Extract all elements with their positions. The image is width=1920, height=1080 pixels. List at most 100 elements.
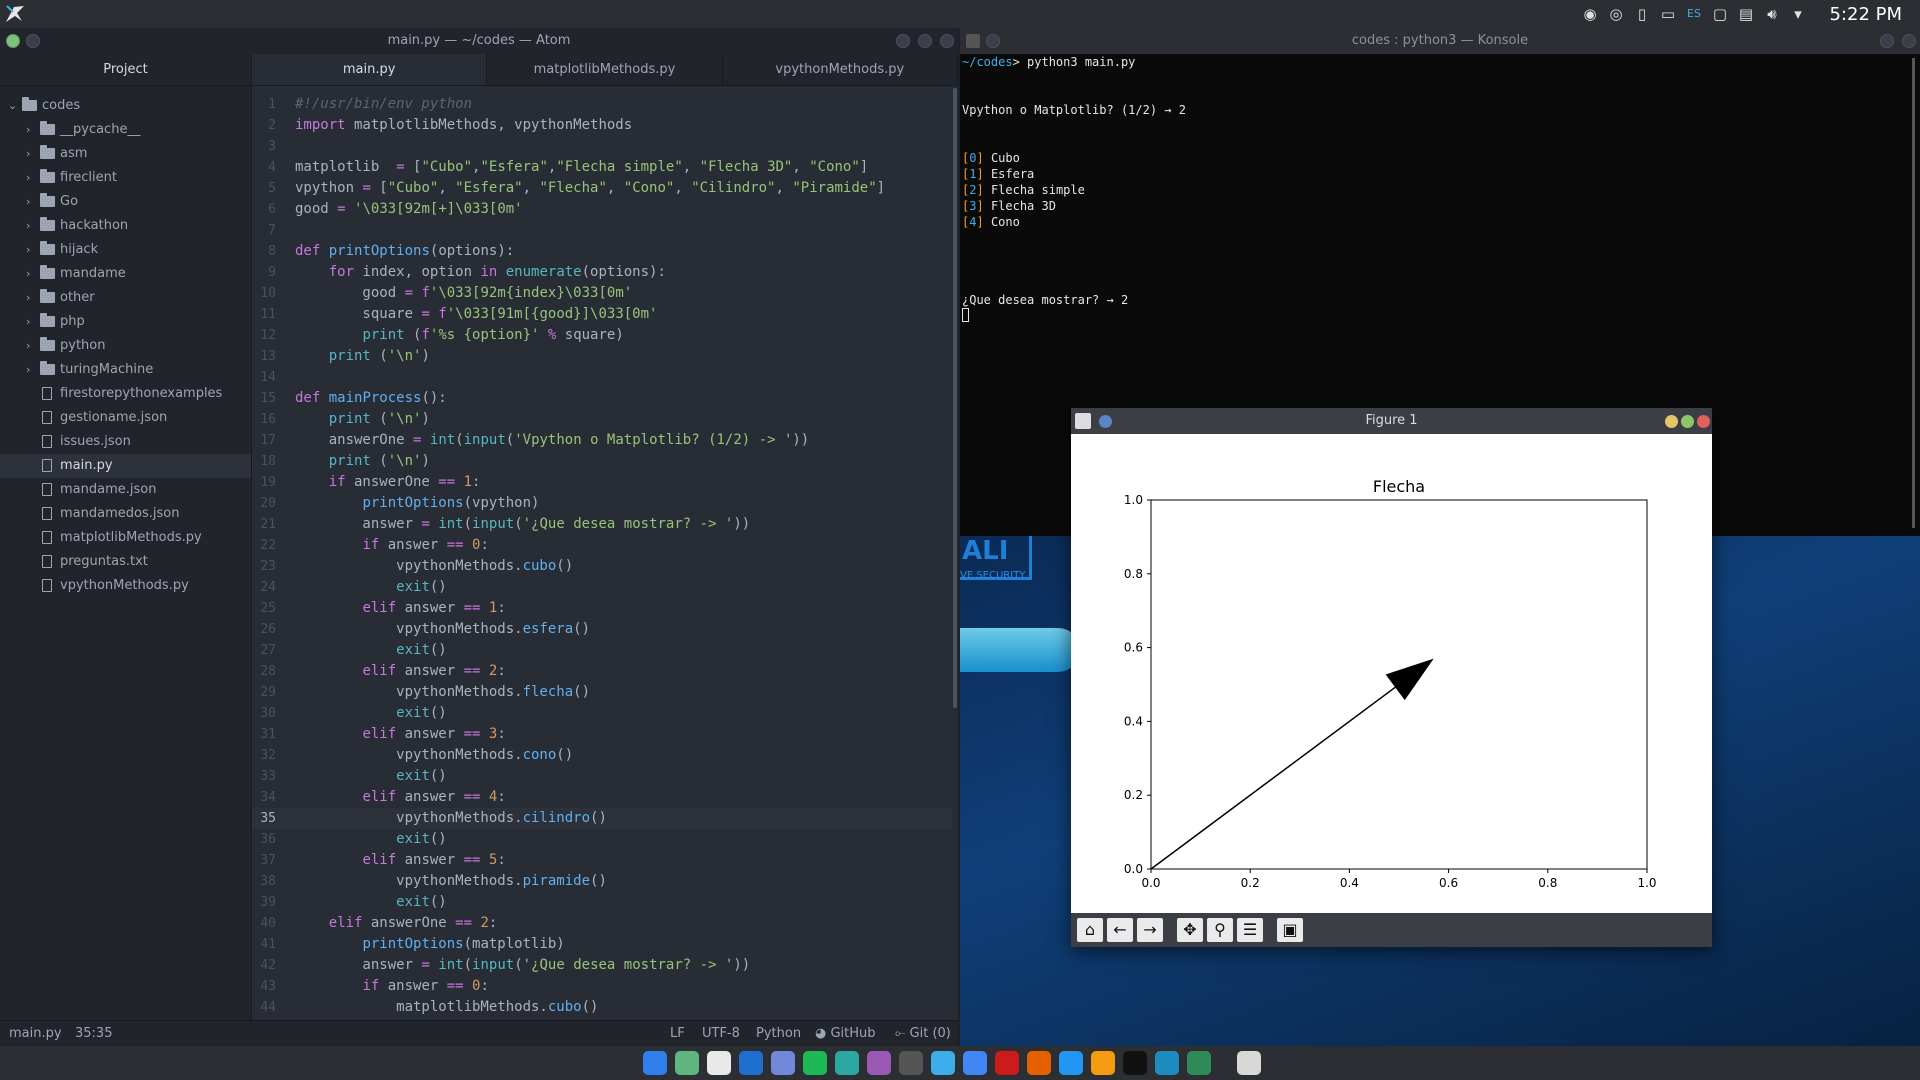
code-line[interactable]: 7 [252,220,952,241]
tree-item-main-py[interactable]: main.py [0,454,251,478]
figure-icon[interactable] [1237,1051,1261,1075]
konsole-pin-button[interactable] [986,34,1000,48]
vscode-icon[interactable] [643,1051,667,1075]
project-header[interactable]: Project [0,54,251,86]
tab-matplotlibmethods-py[interactable]: matplotlibMethods.py [487,54,723,85]
chevron-right-icon[interactable]: › [26,214,36,238]
chevron-right-icon[interactable]: › [26,142,36,166]
close-button[interactable] [940,34,954,48]
code-line[interactable]: 13 print ('\n') [252,346,952,367]
code-line[interactable]: 15 def mainProcess(): [252,388,952,409]
files-icon[interactable] [931,1051,955,1075]
chevron-right-icon[interactable]: › [26,286,36,310]
tree-item-gestioname-json[interactable]: gestioname.json [0,406,251,430]
code-line[interactable]: 41 printOptions(matplotlib) [252,934,952,955]
code-line[interactable]: 28 elif answer == 2: [252,661,952,682]
code-line[interactable]: 20 printOptions(vpython) [252,493,952,514]
wireshark-icon[interactable] [739,1051,763,1075]
home-button[interactable]: ⌂ [1077,918,1103,942]
code-line[interactable]: 17 answerOne = int(input('Vpython o Matp… [252,430,952,451]
atom-icon[interactable] [675,1051,699,1075]
chevron-right-icon[interactable]: › [26,358,36,382]
tree-item-hijack[interactable]: › hijack [0,238,251,262]
konsole-icon[interactable] [1123,1051,1147,1075]
atom-titlebar[interactable]: main.py — ~/codes — Atom [0,28,958,54]
chevron-right-icon[interactable]: › [26,334,36,358]
chevron-right-icon[interactable]: › [26,166,36,190]
code-line[interactable]: 25 elif answer == 1: [252,598,952,619]
tree-item-codes[interactable]: ⌄ codes [0,94,251,118]
writer-icon[interactable] [1059,1051,1083,1075]
tree-item-asm[interactable]: › asm [0,142,251,166]
code-line[interactable]: 9 for index, option in enumerate(options… [252,262,952,283]
status-file[interactable]: main.py [9,1021,62,1046]
opera-icon[interactable] [995,1051,1019,1075]
code-line[interactable]: 18 print ('\n') [252,451,952,472]
display-icon[interactable]: ▢ [1710,4,1730,24]
code-line[interactable]: 10 good = f'\033[92m{index}\033[0m' [252,283,952,304]
code-line[interactable]: 29 vpythonMethods.flecha() [252,682,952,703]
mysql-icon[interactable] [1155,1051,1179,1075]
code-line[interactable]: 16 print ('\n') [252,409,952,430]
figure-maximize-button[interactable] [1681,415,1694,428]
code-line[interactable]: 23 vpythonMethods.cubo() [252,556,952,577]
code-line[interactable]: 30 exit() [252,703,952,724]
tree-item-issues-json[interactable]: issues.json [0,430,251,454]
code-line[interactable]: 27 exit() [252,640,952,661]
clipboard-icon[interactable]: ▤ [1736,4,1756,24]
tree-item-mandamedos-json[interactable]: mandamedos.json [0,502,251,526]
chevron-right-icon[interactable]: › [26,238,36,262]
konsole-scrollbar[interactable] [1912,58,1915,528]
code-line[interactable]: 3 [252,136,952,157]
chrome-tray-icon[interactable]: ◎ [1606,4,1626,24]
figure-close-button[interactable] [1697,415,1710,428]
code-line[interactable]: 19 if answerOne == 1: [252,472,952,493]
figure-titlebar[interactable]: Figure 1 [1071,408,1712,434]
konsole-maximize-button[interactable] [1880,34,1894,48]
code-line[interactable]: 44 matplotlibMethods.cubo() [252,997,952,1018]
tray-expand-icon[interactable]: ▾ [1788,4,1808,24]
code-line[interactable]: 5 vpython = ["Cubo", "Esfera", "Flecha", … [252,178,952,199]
konsole-titlebar[interactable]: codes : python3 — Konsole [960,28,1920,54]
tab-vpythonmethods-py[interactable]: vpythonMethods.py [723,54,958,85]
tree-item-matplotlibmethods-py[interactable]: matplotlibMethods.py [0,526,251,550]
vlc-icon[interactable] [1091,1051,1115,1075]
status-github[interactable]: ◕ GitHub [815,1021,876,1046]
code-line[interactable]: 39 exit() [252,892,952,913]
tree-item-turingmachine[interactable]: › turingMachine [0,358,251,382]
chevron-right-icon[interactable]: › [26,310,36,334]
application-launcher-icon[interactable] [4,3,26,25]
status-line-ending[interactable]: LF [670,1021,685,1046]
discord-icon[interactable] [771,1051,795,1075]
firefox-icon[interactable] [1027,1051,1051,1075]
code-line[interactable]: 43 if answer == 0: [252,976,952,997]
forward-button[interactable]: → [1137,918,1163,942]
zoom-button[interactable]: ⚲ [1207,918,1233,942]
code-line[interactable]: 32 vpythonMethods.cono() [252,745,952,766]
save-button[interactable]: ▣ [1277,918,1303,942]
chrome-icon[interactable] [963,1051,987,1075]
code-line[interactable]: 22 if answer == 0: [252,535,952,556]
record-icon[interactable]: ◉ [1580,4,1600,24]
plot-canvas[interactable]: Flecha 0.0 0.2 0.4 0.6 0.8 1.0 0.0 0.2 0.4 0.6 0.8 1… [1071,434,1712,921]
volume-icon[interactable]: 🔊︎ [1762,4,1782,24]
code-line[interactable]: 40 elif answerOne == 2: [252,913,952,934]
tree-item-vpythonmethods-py[interactable]: vpythonMethods.py [0,574,251,598]
tab-main-py[interactable]: main.py [252,54,488,85]
status-cursor-position[interactable]: 35:35 [75,1021,112,1046]
tree-item-preguntas-txt[interactable]: preguntas.txt [0,550,251,574]
editor-icon[interactable] [707,1051,731,1075]
chevron-right-icon[interactable]: › [26,262,36,286]
tree-item-mandame-json[interactable]: mandame.json [0,478,251,502]
chevron-right-icon[interactable]: › [26,118,36,142]
tree-item-python[interactable]: › python [0,334,251,358]
code-editor[interactable]: 1 #!/usr/bin/env python 2 import matplotlib… [252,86,958,1020]
spotify-icon[interactable] [803,1051,827,1075]
code-line[interactable]: 24 exit() [252,577,952,598]
code-line[interactable]: 21 answer = int(input('¿Que desea mostra… [252,514,952,535]
tree-item--pycache-[interactable]: › __pycache__ [0,118,251,142]
clock[interactable]: 5:22 PM [1829,4,1902,25]
code-line[interactable]: 35 vpythonMethods.cilindro() [252,808,952,829]
code-line[interactable]: 14 [252,367,952,388]
chevron-right-icon[interactable]: › [26,190,36,214]
